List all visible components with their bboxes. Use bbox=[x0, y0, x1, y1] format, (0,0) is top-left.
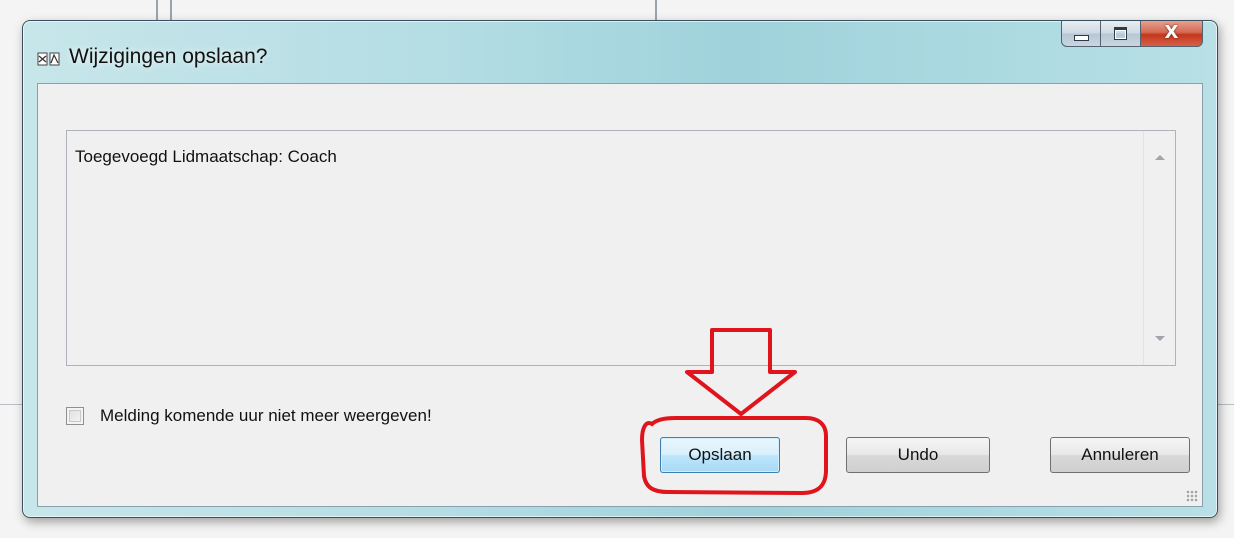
background-divider bbox=[156, 0, 158, 22]
background-divider bbox=[0, 404, 22, 405]
minimize-icon bbox=[1073, 34, 1089, 41]
suppress-notification-label[interactable]: Melding komende uur niet meer weergeven! bbox=[100, 406, 432, 426]
save-changes-dialog: Wijzigingen opslaan? X Toegevoegd Lidmaa… bbox=[22, 20, 1218, 518]
background-divider bbox=[655, 0, 657, 22]
vertical-scrollbar[interactable] bbox=[1143, 131, 1175, 365]
suppress-notification-checkbox[interactable] bbox=[66, 407, 84, 425]
title-bar[interactable]: Wijzigingen opslaan? X bbox=[23, 21, 1217, 85]
close-icon: X bbox=[1164, 22, 1179, 43]
close-button[interactable]: X bbox=[1141, 21, 1203, 47]
changes-text-area[interactable]: Toegevoegd Lidmaatschap: Coach bbox=[66, 130, 1176, 366]
minimize-button[interactable] bbox=[1061, 21, 1101, 47]
maximize-icon bbox=[1114, 27, 1127, 40]
background-divider bbox=[170, 0, 172, 22]
dialog-title: Wijzigingen opslaan? bbox=[69, 45, 268, 68]
scroll-down-icon[interactable] bbox=[1155, 336, 1165, 341]
scroll-up-icon[interactable] bbox=[1155, 155, 1165, 160]
resize-grip-icon[interactable] bbox=[1186, 490, 1198, 502]
suppress-notification-option[interactable]: Melding komende uur niet meer weergeven! bbox=[66, 406, 432, 426]
app-icon bbox=[37, 52, 60, 66]
dialog-content: Toegevoegd Lidmaatschap: Coach Melding k… bbox=[37, 83, 1203, 507]
save-button[interactable]: Opslaan bbox=[660, 437, 780, 473]
changes-message: Toegevoegd Lidmaatschap: Coach bbox=[75, 147, 337, 166]
window-controls: X bbox=[1061, 21, 1203, 51]
undo-button[interactable]: Undo bbox=[846, 437, 990, 473]
maximize-button[interactable] bbox=[1101, 21, 1141, 47]
cancel-button[interactable]: Annuleren bbox=[1050, 437, 1190, 473]
